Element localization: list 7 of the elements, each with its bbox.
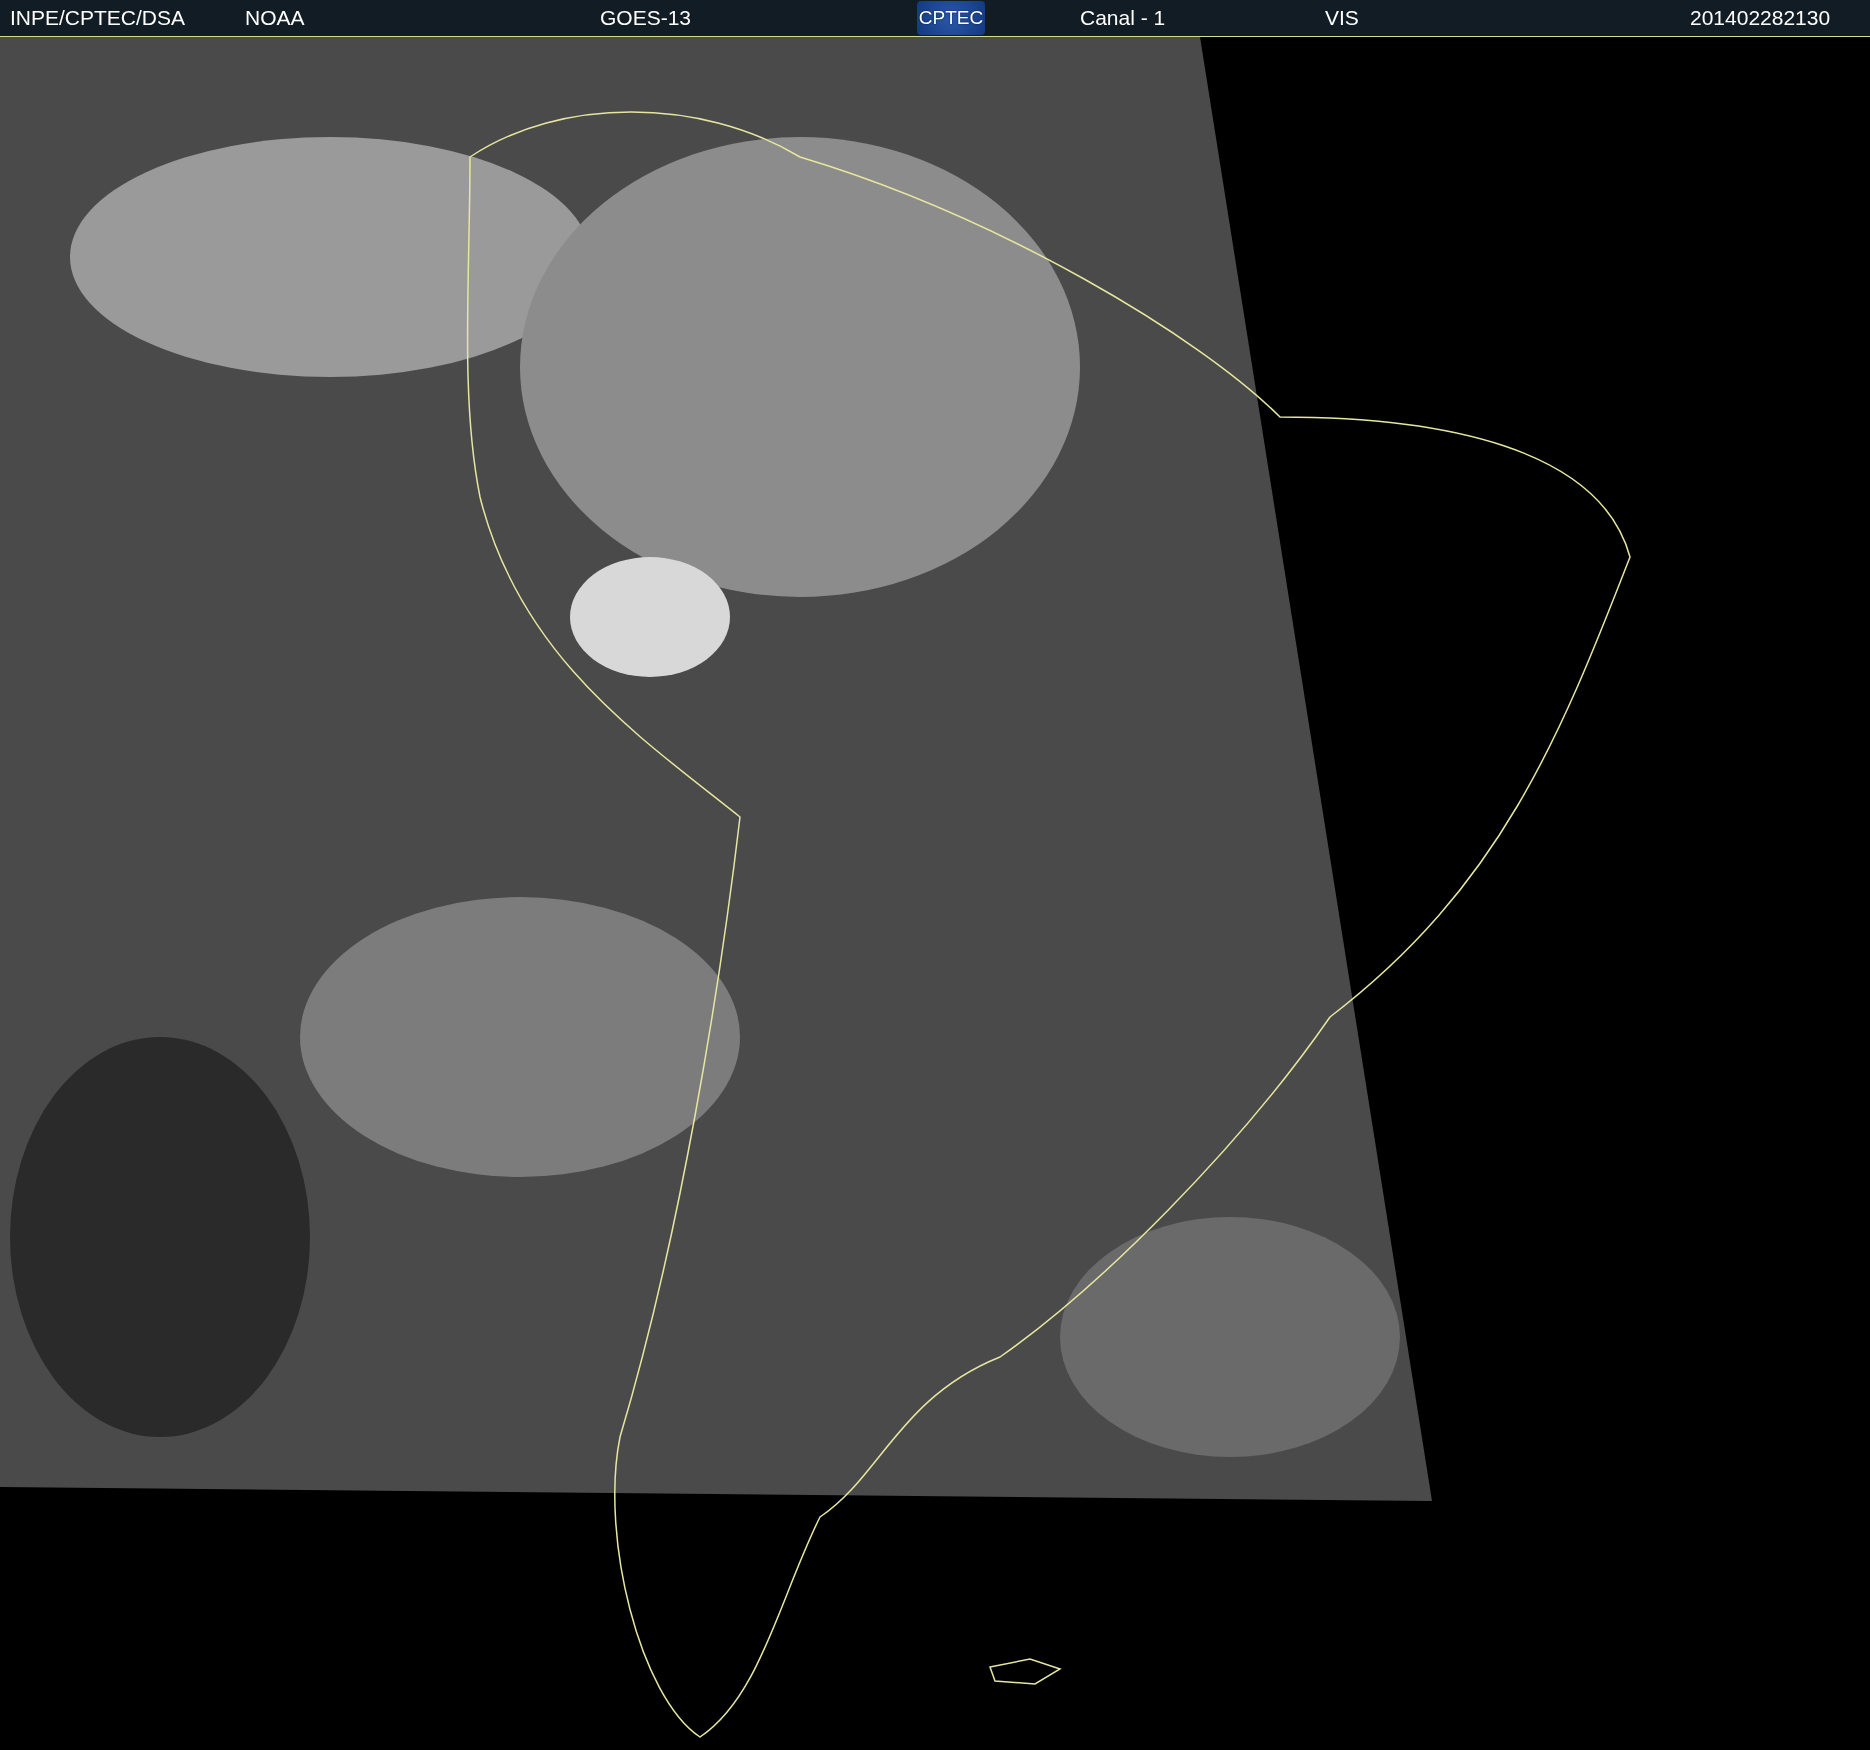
timestamp-label: 201402282130 xyxy=(1690,6,1831,30)
agency-label: NOAA xyxy=(245,6,306,30)
band-label: VIS xyxy=(1325,6,1360,30)
satellite-label: GOES-13 xyxy=(600,6,693,30)
logo: CPTEC xyxy=(917,1,985,35)
institution-label: INPE/CPTEC/DSA xyxy=(10,6,187,30)
channel-label: Canal - 1 xyxy=(1080,6,1167,30)
